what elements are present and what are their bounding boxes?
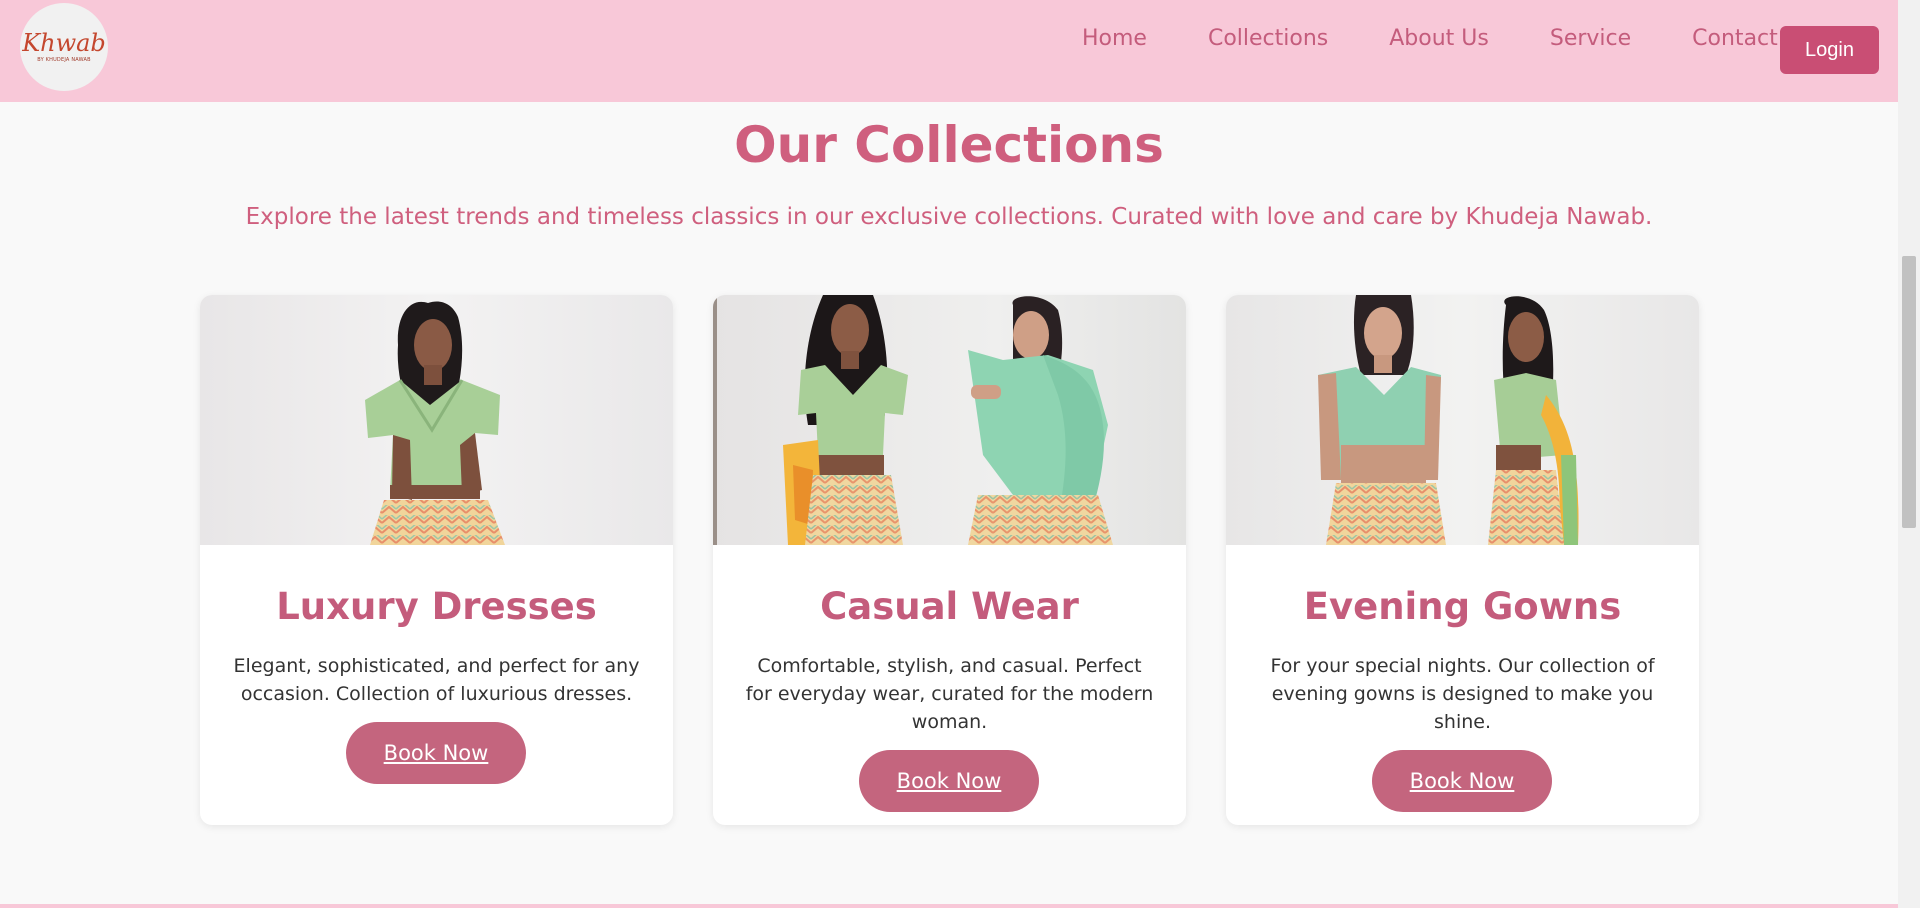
nav-item-about-us[interactable]: About Us [1389, 26, 1489, 51]
collection-card-evening-gowns: Evening Gowns For your special nights. O… [1226, 295, 1699, 825]
model-photo [200, 295, 673, 545]
navbar: Khwab BY KHUDEJA NAWAB Home Collections … [0, 0, 1898, 102]
footer-edge [0, 904, 1898, 908]
model-photo [1226, 295, 1699, 545]
nav-item-contact[interactable]: Contact [1692, 26, 1778, 51]
nav-item-service[interactable]: Service [1550, 26, 1631, 51]
vertical-scrollbar[interactable] [1898, 0, 1920, 908]
page: Khwab BY KHUDEJA NAWAB Home Collections … [0, 0, 1920, 908]
book-now-button[interactable]: Book Now [1372, 750, 1552, 812]
collection-card-casual-wear: Casual Wear Comfortable, stylish, and ca… [713, 295, 1186, 825]
brand-logo[interactable]: Khwab BY KHUDEJA NAWAB [20, 3, 108, 91]
card-title: Evening Gowns [1303, 585, 1622, 628]
logo-subtext: BY KHUDEJA NAWAB [37, 57, 91, 63]
scrollbar-thumb[interactable] [1902, 256, 1916, 528]
book-now-button[interactable]: Book Now [859, 750, 1039, 812]
card-image-casual-wear [713, 295, 1186, 545]
nav-links: Home Collections About Us Service Contac… [1082, 26, 1778, 51]
login-button[interactable]: Login [1780, 26, 1879, 74]
card-title: Casual Wear [820, 585, 1079, 628]
card-title: Luxury Dresses [276, 585, 597, 628]
card-image-luxury-dresses [200, 295, 673, 545]
card-description: Elegant, sophisticated, and perfect for … [233, 655, 640, 705]
nav-item-home[interactable]: Home [1082, 26, 1147, 51]
card-description: For your special nights. Our collection … [1270, 655, 1655, 733]
model-photo [713, 295, 1186, 545]
card-description: Comfortable, stylish, and casual. Perfec… [745, 655, 1154, 733]
book-now-button[interactable]: Book Now [346, 722, 526, 784]
logo-text: Khwab [22, 29, 106, 57]
page-subtitle: Explore the latest trends and timeless c… [245, 204, 1653, 230]
page-title: Our Collections [734, 116, 1164, 174]
card-image-evening-gowns [1226, 295, 1699, 545]
nav-item-collections[interactable]: Collections [1208, 26, 1328, 51]
collection-card-luxury-dresses: Luxury Dresses Elegant, sophisticated, a… [200, 295, 673, 825]
